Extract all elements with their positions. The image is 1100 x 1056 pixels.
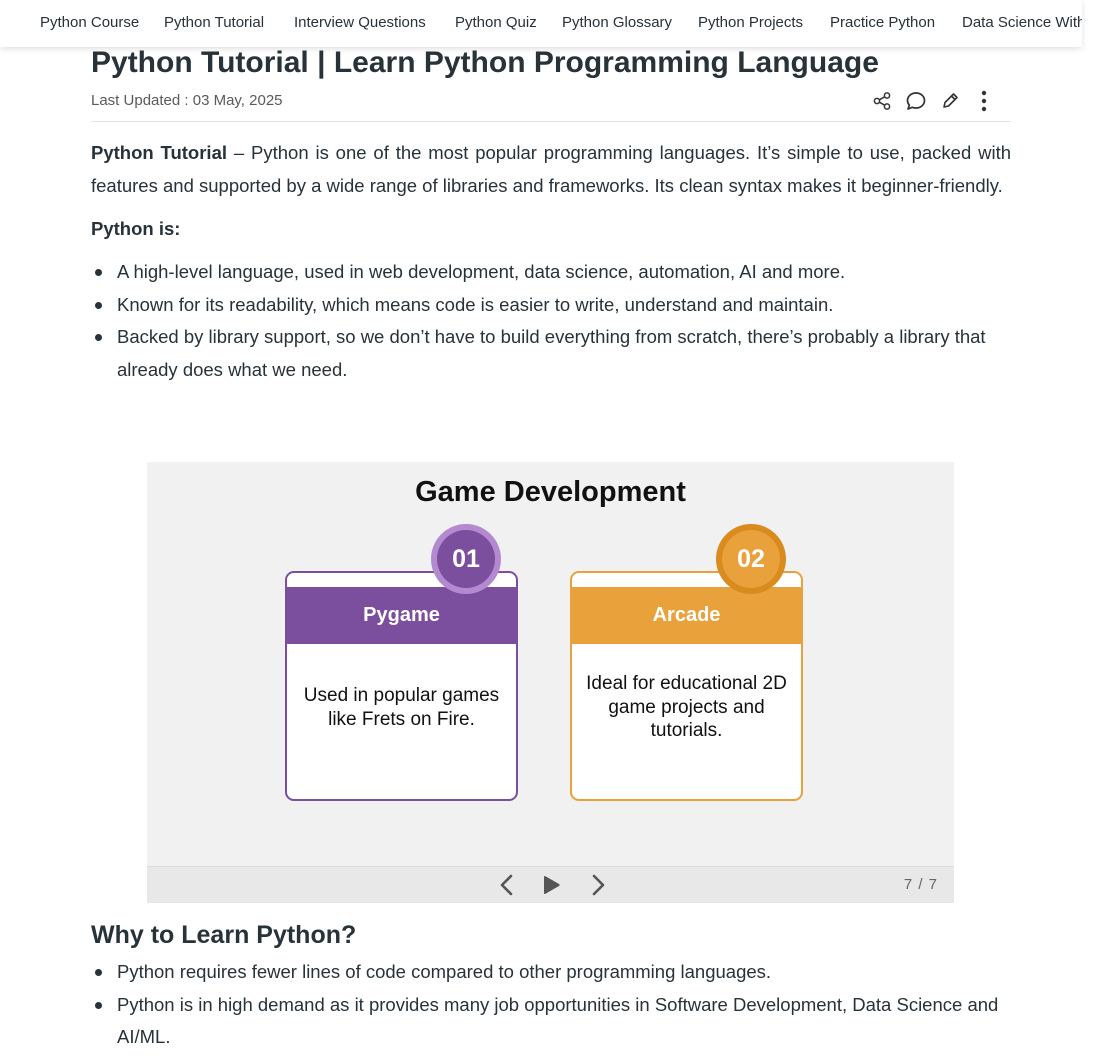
why-learn-section: Why to Learn Python? Python requires few… xyxy=(91,918,1011,1054)
list-item-text: A high-level language, used in web devel… xyxy=(117,261,846,282)
bullet-icon xyxy=(95,269,102,276)
slideshow-controls: 7 / 7 xyxy=(147,866,954,903)
slide-card-arcade: Arcade Ideal for educational 2D game pro… xyxy=(570,571,803,801)
play-icon[interactable] xyxy=(538,872,564,898)
number-badge: 02 xyxy=(716,524,786,594)
intro-paragraph: Python Tutorial – Python is one of the m… xyxy=(91,136,1011,202)
card-header: Pygame xyxy=(287,587,516,644)
list-item-text: Python requires fewer lines of code comp… xyxy=(117,961,772,982)
nav-item-interview-questions[interactable]: Interview Questions xyxy=(294,14,426,31)
list-item: Python requires fewer lines of code comp… xyxy=(95,956,1011,989)
card-header: Arcade xyxy=(572,587,801,644)
card-number: 01 xyxy=(452,544,480,573)
slideshow: Game Development Pygame Used in popular … xyxy=(147,462,954,903)
nav-item-python-course[interactable]: Python Course xyxy=(40,14,139,31)
section-heading: Why to Learn Python? xyxy=(91,921,357,949)
intro-bold-term: Python Tutorial xyxy=(91,142,228,163)
card-number: 02 xyxy=(737,544,765,573)
edit-icon[interactable] xyxy=(937,88,963,114)
slide-title: Game Development xyxy=(415,476,686,508)
article-meta-row: Last Updated : 03 May, 2025 xyxy=(91,86,1011,122)
why-learn-list: Python requires fewer lines of code comp… xyxy=(91,956,1011,1054)
more-vertical-icon[interactable] xyxy=(971,88,997,114)
card-description: Ideal for educational 2D game projects a… xyxy=(586,673,787,741)
nav-item-python-glossary[interactable]: Python Glossary xyxy=(562,14,672,31)
python-is-heading: Python is: xyxy=(91,218,181,239)
list-item: Known for its readability, which means c… xyxy=(95,289,1011,322)
card-description: Used in popular games like Frets on Fire… xyxy=(303,685,500,730)
python-is-list: A high-level language, used in web devel… xyxy=(91,256,1011,386)
bullet-icon xyxy=(95,301,102,309)
nav-item-practice-python[interactable]: Practice Python xyxy=(830,14,935,31)
share-icon[interactable] xyxy=(869,88,895,114)
number-badge-inner: 01 xyxy=(437,530,495,588)
article-actions xyxy=(861,88,997,114)
slide-card-pygame: Pygame Used in popular games like Frets … xyxy=(285,571,518,801)
nav-item-python-tutorial[interactable]: Python Tutorial xyxy=(164,14,264,31)
list-item-text: Backed by library support, so we don’t h… xyxy=(117,326,986,380)
chevron-left-icon[interactable] xyxy=(494,872,520,898)
bullet-icon xyxy=(95,969,102,976)
page-title: Python Tutorial | Learn Python Programmi… xyxy=(91,46,879,79)
top-navigation: Python Course Python Tutorial Interview … xyxy=(0,0,1082,47)
comment-icon[interactable] xyxy=(903,88,929,114)
number-badge: 01 xyxy=(431,524,501,594)
last-updated-date: Last Updated : 03 May, 2025 xyxy=(91,92,283,109)
list-item: A high-level language, used in web devel… xyxy=(95,256,1011,289)
number-badge-inner: 02 xyxy=(722,530,780,588)
nav-item-data-science[interactable]: Data Science With Python xyxy=(962,14,1082,31)
bullet-icon xyxy=(95,334,102,341)
intro-text: – Python is one of the most popular prog… xyxy=(91,142,1011,196)
nav-item-python-projects[interactable]: Python Projects xyxy=(698,14,803,31)
card-name: Pygame xyxy=(363,604,440,626)
nav-item-python-quiz[interactable]: Python Quiz xyxy=(455,14,537,31)
slide-counter: 7 / 7 xyxy=(903,876,938,893)
list-item: Backed by library support, so we don’t h… xyxy=(95,321,1011,386)
article: Python Tutorial | Learn Python Programmi… xyxy=(91,44,1011,386)
list-item-text: Python is in high demand as it provides … xyxy=(117,993,999,1048)
list-item: Python is in high demand as it provides … xyxy=(95,989,1011,1054)
list-item-text: Known for its readability, which means c… xyxy=(117,293,834,315)
card-name: Arcade xyxy=(652,604,721,626)
bullet-icon xyxy=(95,1001,102,1009)
chevron-right-icon[interactable] xyxy=(585,872,611,898)
